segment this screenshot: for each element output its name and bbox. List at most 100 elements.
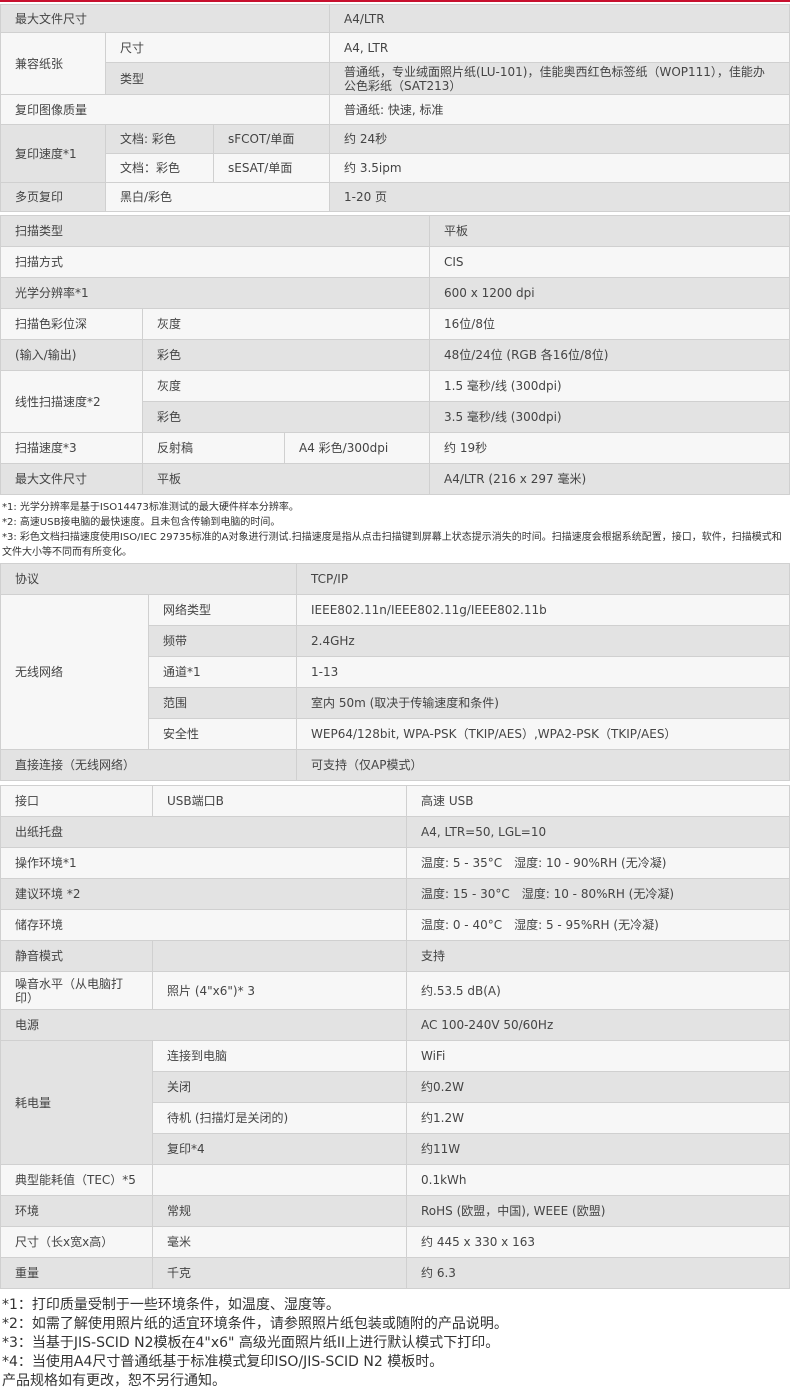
copy-spec-section: 最大文件尺寸 A4/LTR 兼容纸张 尺寸 A4, LTR 类型 普通纸，专业绒…	[0, 0, 790, 212]
scan-notes: *1: 光学分辨率是基于ISO14473标准测试的最大硬件样本分辨率。 *2: …	[2, 500, 788, 560]
spec-label: 环境	[0, 1195, 153, 1227]
spec-label: 扫描色彩位深	[0, 308, 143, 340]
spec-value: A4, LTR=50, LGL=10	[406, 816, 790, 848]
spec-value: 约 445 x 330 x 163	[406, 1226, 790, 1258]
spec-sublabel: 通道*1	[147, 656, 298, 688]
table-row: 扫描类型 平板	[0, 215, 790, 247]
spec-value: 温度: 5 - 35°C 湿度: 10 - 90%RH (无冷凝)	[406, 847, 790, 879]
spec-label: (输入/输出)	[0, 339, 143, 371]
table-row: (输入/输出) 彩色 48位/24位 (RGB 各16位/8位)	[0, 339, 790, 371]
spec-sublabel: 彩色	[142, 339, 430, 371]
table-row: 协议 TCP/IP	[0, 563, 790, 595]
spec-value: 16位/8位	[429, 308, 790, 340]
spec-value: 1.5 毫秒/线 (300dpi)	[429, 370, 790, 402]
spec-value: 约 19秒	[429, 432, 790, 464]
footnote-line: *4：当使用A4尺寸普通纸基于标准模式复印ISO/JIS-SCID N2 模板时…	[2, 1354, 444, 1370]
spec-value: 约.53.5 dB(A)	[406, 971, 790, 1010]
spec-value: RoHS (欧盟，中国), WEEE (欧盟)	[406, 1195, 790, 1227]
footnotes: *1：打印质量受制于一些环境条件，如温度、湿度等。 *2：如需了解使用照片纸的适…	[2, 1296, 788, 1391]
spec-value: CIS	[429, 246, 790, 278]
spec-sublabel: 反射稿	[142, 432, 285, 464]
spec-label: 光学分辨率*1	[0, 277, 430, 309]
spec-sublabel: 照片 (4"x6")* 3	[152, 971, 407, 1010]
table-row: 建议环境 *2 温度: 15 - 30°C 湿度: 10 - 80%RH (无冷…	[0, 878, 790, 910]
table-row: 耗电量 连接到电脑 WiFi	[0, 1040, 790, 1165]
table-row: 扫描方式 CIS	[0, 246, 790, 278]
table-row: 扫描速度*3 反射稿 A4 彩色/300dpi 约 19秒	[0, 432, 790, 464]
table-row: 储存环境 温度: 0 - 40°C 湿度: 5 - 95%RH (无冷凝)	[0, 909, 790, 941]
spec-label: 线性扫描速度*2	[0, 370, 143, 433]
footnote-line: *3：当基于JIS-SCID N2模板在4"x6" 高级光面照片纸II上进行默认…	[2, 1335, 500, 1351]
spec-label: 多页复印	[0, 182, 106, 212]
spec-value: 可支持（仅AP模式）	[296, 749, 790, 781]
spec-label: 扫描类型	[0, 215, 430, 247]
spec-sublabel: 文档：彩色	[105, 153, 214, 183]
spec-sublabel: 千克	[152, 1257, 407, 1289]
spec-value: 600 x 1200 dpi	[429, 277, 790, 309]
table-row: 文档：彩色 sESAT/单面 约 3.5ipm	[1, 153, 790, 183]
scan-spec-section: 扫描类型 平板 扫描方式 CIS 光学分辨率*1 600 x 1200 dpi …	[0, 215, 790, 495]
spec-sublabel: sFCOT/单面	[213, 124, 330, 154]
spec-sublabel: 毫米	[152, 1226, 407, 1258]
copy-spec-table: 最大文件尺寸 A4/LTR 兼容纸张 尺寸 A4, LTR 类型 普通纸，专业绒…	[0, 4, 790, 212]
table-row: 操作环境*1 温度: 5 - 35°C 湿度: 10 - 90%RH (无冷凝)	[0, 847, 790, 879]
spec-value: A4/LTR	[329, 4, 790, 33]
spec-sublabel: 常规	[152, 1195, 407, 1227]
spec-value: TCP/IP	[296, 563, 790, 595]
table-row: 最大文件尺寸 平板 A4/LTR (216 x 297 毫米)	[0, 463, 790, 495]
spec-value: 普通纸，专业绒面照片纸(LU-101)，佳能奥西红色标签纸（WOP111），佳能…	[329, 62, 790, 95]
spec-label: 兼容纸张	[0, 32, 106, 95]
spec-label: 无线网络	[0, 594, 149, 750]
spec-value: 约0.2W	[406, 1071, 790, 1103]
spec-value: 2.4GHz	[296, 625, 790, 657]
spec-value: 约 24秒	[329, 124, 790, 154]
spec-sublabel: 待机 (扫描灯是关闭的)	[152, 1102, 407, 1134]
note-line: *2: 高速USB接电脑的最快速度。且未包含传输到电脑的时间。	[2, 517, 281, 528]
table-row: 静音模式 支持	[0, 940, 790, 972]
spec-sublabel: 灰度	[142, 308, 430, 340]
spec-value: 温度: 0 - 40°C 湿度: 5 - 95%RH (无冷凝)	[406, 909, 790, 941]
spec-sublabel: 范围	[147, 687, 298, 719]
empty-cell	[152, 1164, 407, 1196]
spec-sublabel: A4 彩色/300dpi	[284, 432, 430, 464]
note-line: *1: 光学分辨率是基于ISO14473标准测试的最大硬件样本分辨率。	[2, 502, 299, 513]
spec-label: 储存环境	[0, 909, 407, 941]
table-row: 无线网络 网络类型 IEEE802.11n/IEEE802.11g/IEEE80…	[0, 594, 790, 750]
spec-label: 尺寸（长x宽x高）	[0, 1226, 153, 1258]
network-spec-section: 协议 TCP/IP 无线网络 网络类型 IEEE802.11n/IEEE802.…	[0, 563, 790, 781]
spec-label: 扫描速度*3	[0, 432, 143, 464]
spec-sublabel: 网络类型	[147, 594, 298, 626]
spec-sublabel: 类型	[105, 62, 330, 95]
spec-sublabel: 黑白/彩色	[105, 182, 330, 212]
spec-sublabel: 彩色	[142, 401, 430, 433]
table-row: 重量 千克 约 6.3	[0, 1257, 790, 1289]
footnote-line: *2：如需了解使用照片纸的适宜环境条件，请参照照片纸包装或随附的产品说明。	[2, 1316, 508, 1332]
spec-value: 0.1kWh	[406, 1164, 790, 1196]
spec-sublabel: 尺寸	[105, 32, 330, 63]
spec-label: 操作环境*1	[0, 847, 407, 879]
spec-sublabel: USB端口B	[152, 785, 407, 817]
spec-value: 1-20 页	[329, 182, 790, 212]
table-row: 直接连接（无线网络） 可支持（仅AP模式）	[0, 749, 790, 781]
spec-label: 接口	[0, 785, 153, 817]
spec-label: 重量	[0, 1257, 153, 1289]
spec-label: 最大文件尺寸	[0, 463, 143, 495]
spec-label: 复印图像质量	[0, 94, 330, 125]
table-row: 光学分辨率*1 600 x 1200 dpi	[0, 277, 790, 309]
table-row: 最大文件尺寸 A4/LTR	[0, 4, 790, 33]
note-line: *3: 彩色文档扫描速度使用ISO/IEC 29735标准的A对象进行测试.扫描…	[2, 532, 782, 558]
general-spec-section: 接口 USB端口B 高速 USB 出纸托盘 A4, LTR=50, LGL=10…	[0, 785, 790, 1289]
spec-value: 48位/24位 (RGB 各16位/8位)	[429, 339, 790, 371]
spec-sublabel: 频带	[147, 625, 298, 657]
spec-value: 支持	[406, 940, 790, 972]
spec-value: 约11W	[406, 1133, 790, 1165]
table-row: 多页复印 黑白/彩色 1-20 页	[0, 182, 790, 212]
spec-sublabel: 复印*4	[152, 1133, 407, 1165]
spec-label: 协议	[0, 563, 298, 595]
spec-label: 最大文件尺寸	[0, 4, 330, 33]
spec-value: 普通纸: 快速, 标准	[329, 94, 790, 125]
spec-label: 电源	[0, 1009, 407, 1041]
footnote-line: 产品规格如有更改，恕不另行通知。	[2, 1373, 226, 1389]
spec-value: WEP64/128bit, WPA-PSK（TKIP/AES）,WPA2-PSK…	[296, 718, 790, 750]
footnote-line: *1：打印质量受制于一些环境条件，如温度、湿度等。	[2, 1297, 340, 1313]
